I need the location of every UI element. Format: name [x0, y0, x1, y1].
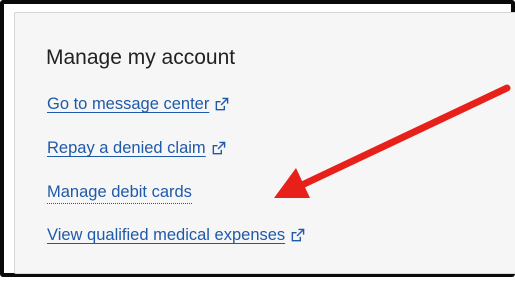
screenshot-frame: Manage my account Go to message center R…: [0, 0, 515, 277]
red-arrow-annotation: [274, 84, 511, 198]
arrow-shaft: [298, 84, 511, 189]
